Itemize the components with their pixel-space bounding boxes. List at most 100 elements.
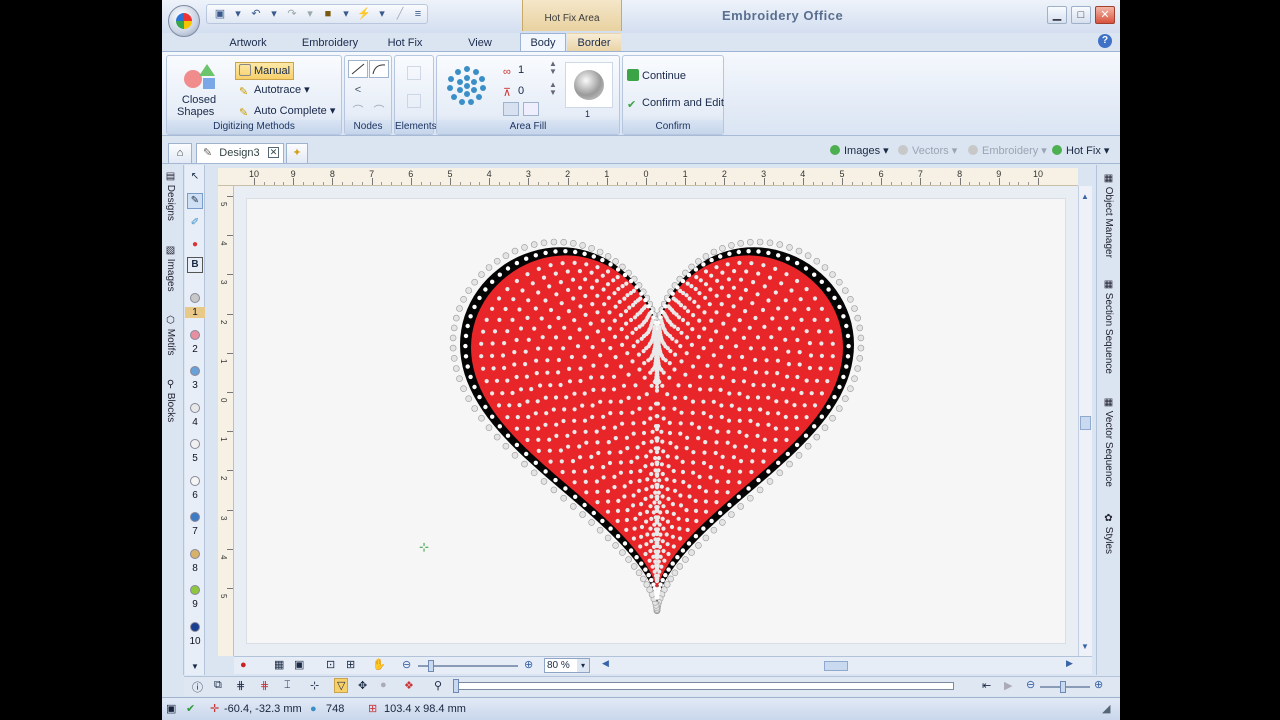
curve-node-icon[interactable] xyxy=(369,60,389,78)
node-edit-icon[interactable]: ⊹ xyxy=(310,679,319,692)
scroll-up-icon[interactable]: ▲ xyxy=(1081,192,1089,201)
edit-tool-icon[interactable]: ✎ xyxy=(187,193,203,209)
save-icon[interactable]: ▣ xyxy=(213,8,227,20)
vertical-scrollbar[interactable]: ▲ ▼ xyxy=(1078,186,1092,656)
stitch-progress-slider[interactable] xyxy=(453,679,954,693)
scroll-left-icon[interactable]: ◀ xyxy=(602,658,609,669)
confirm-and-edit-button[interactable]: ✔ Confirm and Edit xyxy=(627,95,724,111)
stone-preview[interactable] xyxy=(565,62,613,108)
grid-icon[interactable]: ▦ xyxy=(274,658,284,671)
section-sequence-tab[interactable]: ▦ Section Sequence xyxy=(1103,279,1114,374)
designs-panel-tab[interactable]: ▤ Designs xyxy=(165,171,176,221)
auto-complete-button[interactable]: ✎ Auto Complete ▾ xyxy=(239,103,335,119)
color-slot-3-swatch[interactable] xyxy=(190,366,200,376)
motifs-panel-tab[interactable]: ⬡ Motifs xyxy=(165,315,176,355)
horizontal-scroll-thumb[interactable] xyxy=(824,661,848,671)
spiral-fill-icon[interactable] xyxy=(503,102,519,116)
zoom-box-icon[interactable]: ⊡ xyxy=(326,658,335,671)
redo-icon[interactable]: ↷ xyxy=(285,8,299,20)
design3-tab[interactable]: ✎ Design3 ✕ xyxy=(196,143,284,163)
pan-hand-icon[interactable]: ✋ xyxy=(372,658,386,671)
zoom-slider[interactable] xyxy=(418,660,518,672)
border-tool-icon[interactable]: B xyxy=(187,257,203,273)
needle-icon[interactable]: ⚲ xyxy=(434,679,442,692)
filter-embroidery[interactable]: Embroidery ▾ xyxy=(968,144,1047,158)
stitch-icon[interactable]: ⋕ xyxy=(236,679,245,692)
tab-embroidery[interactable]: Embroidery xyxy=(290,33,370,52)
scroll-down-arrow-icon[interactable]: ▼ xyxy=(1081,642,1089,651)
customize-qat-icon[interactable]: ≡ xyxy=(411,8,425,20)
color-slot-number[interactable]: 1 xyxy=(185,307,205,318)
horizontal-scrollbar[interactable] xyxy=(614,661,1064,671)
maximize-button[interactable]: □ xyxy=(1071,6,1091,24)
tab-view[interactable]: View xyxy=(444,33,516,52)
help-icon[interactable]: ? xyxy=(1098,34,1112,48)
spacing-field[interactable]: ∞ 1 xyxy=(503,62,524,78)
move-icon[interactable]: ✥ xyxy=(358,679,367,692)
color-slot-8-swatch[interactable] xyxy=(190,548,200,559)
stitch-progress-thumb[interactable] xyxy=(453,679,459,693)
record-icon[interactable]: ● xyxy=(240,659,247,671)
zoom-out-icon[interactable]: ⊖ xyxy=(402,658,411,671)
tab-artwork[interactable]: Artwork xyxy=(206,33,290,52)
color-slot-6-swatch[interactable] xyxy=(190,475,200,486)
color-slot-7-swatch[interactable] xyxy=(190,512,200,522)
undo-icon[interactable]: ↶ xyxy=(249,8,263,20)
select-tool-icon[interactable]: ↖ xyxy=(187,169,203,185)
snap-icon[interactable]: ▣ xyxy=(294,658,304,671)
fill-tool-icon[interactable]: ● xyxy=(187,237,203,253)
resize-grip-icon[interactable]: ◢ xyxy=(1102,702,1110,716)
line-node-icon[interactable] xyxy=(348,60,368,78)
new-tab-button[interactable]: ✦ xyxy=(286,143,308,163)
blocks-panel-tab[interactable]: ⚲ Blocks xyxy=(165,379,176,422)
speed-faster-icon[interactable]: ⊕ xyxy=(1094,678,1103,691)
scroll-right-icon[interactable]: ▶ xyxy=(1066,658,1073,669)
spacing-spinner[interactable]: ▲ ▼ xyxy=(549,60,557,76)
close-button[interactable]: ✕ xyxy=(1095,6,1115,24)
color-slot-number[interactable]: 2 xyxy=(185,344,205,355)
design-canvas[interactable]: ⊹ xyxy=(234,186,1078,656)
filter-vectors[interactable]: Vectors ▾ xyxy=(898,144,957,158)
speed-slider[interactable] xyxy=(1040,681,1090,693)
wand-icon[interactable]: ╱ xyxy=(393,8,407,20)
disabled-icon[interactable]: ● xyxy=(380,679,387,691)
color-slot-number[interactable]: 10 xyxy=(185,636,205,647)
vertical-scroll-thumb[interactable] xyxy=(1080,416,1091,430)
color-slot-number[interactable]: 7 xyxy=(185,526,205,537)
zoom-fit-icon[interactable]: ⊞ xyxy=(346,658,355,671)
speed-slower-icon[interactable]: ⊖ xyxy=(1026,678,1035,691)
minimize-button[interactable]: ▁ xyxy=(1047,6,1067,24)
color-slot-number[interactable]: 4 xyxy=(185,417,205,428)
dropdown-arrow-icon[interactable]: ▾ xyxy=(231,8,245,20)
color-slot-1-swatch[interactable] xyxy=(190,293,200,303)
continue-button[interactable]: Continue xyxy=(627,68,686,84)
element-2-icon[interactable] xyxy=(407,94,421,108)
images-panel-tab[interactable]: ▧ Images xyxy=(165,245,176,292)
offset-spinner[interactable]: ▲ ▼ xyxy=(549,81,557,97)
measure-icon[interactable]: ⌶ xyxy=(284,679,291,692)
close-tab-icon[interactable]: ✕ xyxy=(268,147,279,158)
color-slot-number[interactable]: 3 xyxy=(185,380,205,391)
manual-button[interactable]: Manual xyxy=(235,62,295,80)
filter-icon[interactable]: ▽ xyxy=(334,678,349,693)
scroll-down-icon[interactable]: ▼ xyxy=(187,659,203,675)
tab-hot-fix[interactable]: Hot Fix xyxy=(370,33,440,52)
color-palette-icon[interactable]: ❖ xyxy=(404,679,414,692)
color-slot-2-swatch[interactable] xyxy=(190,329,200,340)
arc-node-2-icon[interactable]: ⌒ xyxy=(369,102,389,118)
dropdown-arrow-icon[interactable]: ▾ xyxy=(339,8,353,20)
color-slot-number[interactable]: 5 xyxy=(185,453,205,464)
zoom-slider-thumb[interactable] xyxy=(428,660,434,672)
color-slot-number[interactable]: 8 xyxy=(185,563,205,574)
area-fill-preview-icon[interactable] xyxy=(441,62,493,110)
stitch-red-icon[interactable]: ⋕ xyxy=(260,679,269,692)
step-start-icon[interactable]: ⇤ xyxy=(982,679,991,692)
tab-body[interactable]: Body xyxy=(520,33,566,52)
zoom-in-icon[interactable]: ⊕ xyxy=(524,658,533,671)
pen-tool-icon[interactable]: ✐ xyxy=(187,215,203,231)
object-manager-tab[interactable]: ▦ Object Manager xyxy=(1103,173,1114,258)
autotrace-button[interactable]: ✎ Autotrace ▾ xyxy=(239,82,310,98)
closed-shapes-button[interactable]: Closed Shapes xyxy=(175,60,221,118)
cross-fill-icon[interactable] xyxy=(523,102,539,116)
arc-node-icon[interactable]: ⌒ xyxy=(348,102,368,118)
